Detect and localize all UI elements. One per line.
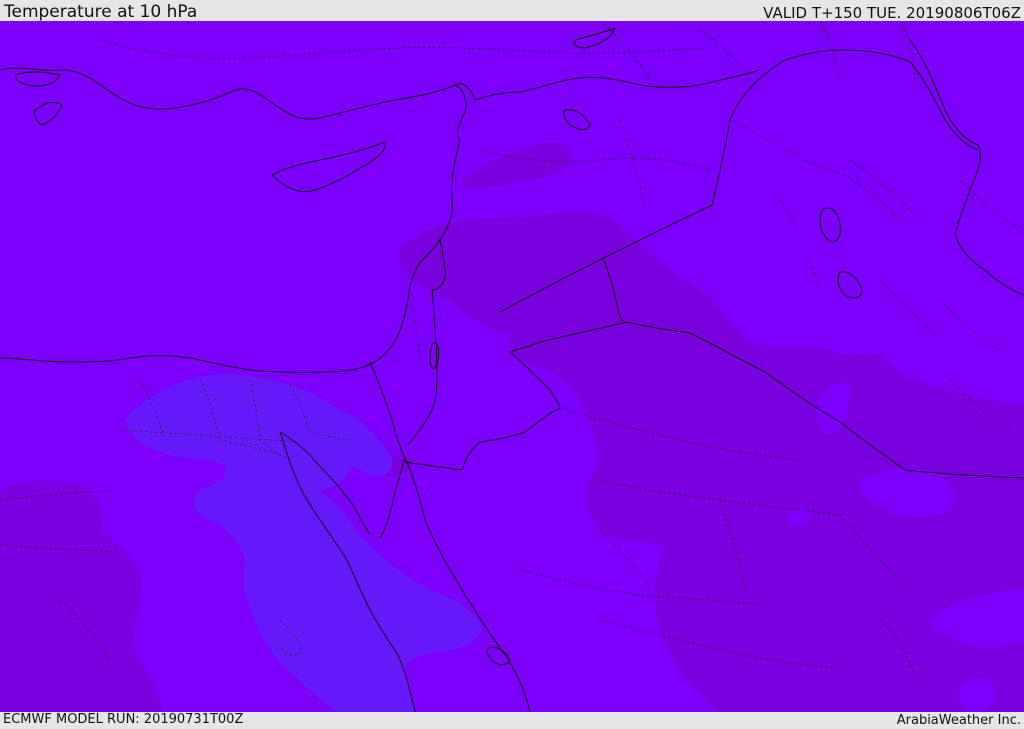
model-run-label: ECMWF MODEL RUN: 20190731T00Z bbox=[3, 712, 244, 727]
map-svg bbox=[0, 21, 1024, 712]
weather-map-frame: Temperature at 10 hPa VALID T+150 TUE. 2… bbox=[0, 0, 1024, 729]
header-bar: Temperature at 10 hPa VALID T+150 TUE. 2… bbox=[0, 0, 1024, 22]
map-canvas bbox=[0, 21, 1024, 712]
credit-label: ArabiaWeather Inc. bbox=[896, 713, 1021, 728]
map-title: Temperature at 10 hPa bbox=[4, 2, 198, 22]
footer-bar: ECMWF MODEL RUN: 20190731T00Z ArabiaWeat… bbox=[0, 712, 1024, 729]
valid-time-label: VALID T+150 TUE. 20190806T06Z bbox=[763, 4, 1021, 22]
